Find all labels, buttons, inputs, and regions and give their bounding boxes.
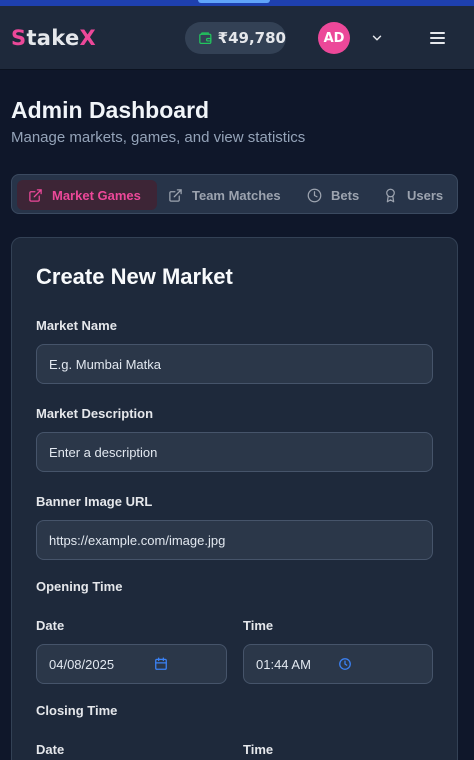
closing-time-heading: Closing Time (36, 703, 118, 718)
external-link-icon (169, 188, 182, 202)
top-indicator (198, 0, 270, 3)
opening-time-label: Time (243, 618, 274, 633)
opening-time-value: 01:44 AM (256, 656, 311, 672)
create-market-card: Create New Market Market Name E.g. Mumba… (11, 237, 458, 760)
opening-time-heading: Opening Time (36, 579, 123, 594)
opening-date-label: Date (36, 618, 65, 633)
balance-amount: ₹49,780 (217, 29, 286, 47)
banner-url-input[interactable]: https://example.com/image.jpg (36, 520, 433, 560)
form-title: Create New Market (36, 264, 233, 289)
tab-label: Team Matches (192, 187, 281, 203)
external-link-icon (29, 188, 42, 202)
closing-time-label: Time (243, 742, 274, 757)
tab-market-games[interactable]: Market Games (17, 180, 157, 210)
avatar[interactable]: AD (318, 22, 350, 54)
wallet-balance[interactable]: ₹49,780 (185, 22, 286, 54)
opening-time-input[interactable]: 01:44 AM (243, 644, 433, 684)
page-title: Admin Dashboard (11, 97, 210, 123)
closing-date-label: Date (36, 742, 65, 757)
app-header: StakeX ₹49,780 AD (0, 6, 474, 70)
tab-label: Market Games (52, 187, 141, 203)
page-subtitle: Manage markets, games, and view statisti… (11, 129, 306, 146)
market-description-input[interactable]: Enter a description (36, 432, 433, 472)
menu-icon[interactable] (430, 31, 445, 45)
clock-icon[interactable] (338, 657, 352, 671)
tab-label: Bets (331, 187, 360, 203)
banner-url-label: Banner Image URL (36, 494, 153, 509)
wallet-icon (199, 31, 212, 44)
market-description-placeholder: Enter a description (49, 444, 158, 460)
logo-text: take (26, 26, 80, 50)
market-name-input[interactable]: E.g. Mumbai Matka (36, 344, 433, 384)
award-icon (386, 188, 395, 202)
banner-url-placeholder: https://example.com/image.jpg (49, 532, 226, 548)
market-name-label: Market Name (36, 318, 117, 333)
market-name-placeholder: E.g. Mumbai Matka (49, 356, 161, 372)
tab-team-matches[interactable]: Team Matches (168, 180, 281, 210)
opening-date-input[interactable]: 04/08/2025 (36, 644, 227, 684)
tab-users[interactable]: Users (383, 180, 443, 210)
clock-icon (307, 188, 322, 202)
opening-date-value: 04/08/2025 (49, 656, 115, 672)
market-description-label: Market Description (36, 406, 154, 421)
tab-bets[interactable]: Bets (307, 180, 359, 210)
calendar-icon[interactable] (154, 657, 168, 671)
logo-letter-s: S (11, 26, 27, 50)
admin-tabs: Market Games Team Matches Bets Users (11, 174, 458, 214)
logo-letter-x: X (79, 26, 96, 50)
logo[interactable]: StakeX (11, 26, 96, 50)
tab-label: Users (407, 187, 444, 203)
chevron-down-icon[interactable] (370, 31, 384, 45)
